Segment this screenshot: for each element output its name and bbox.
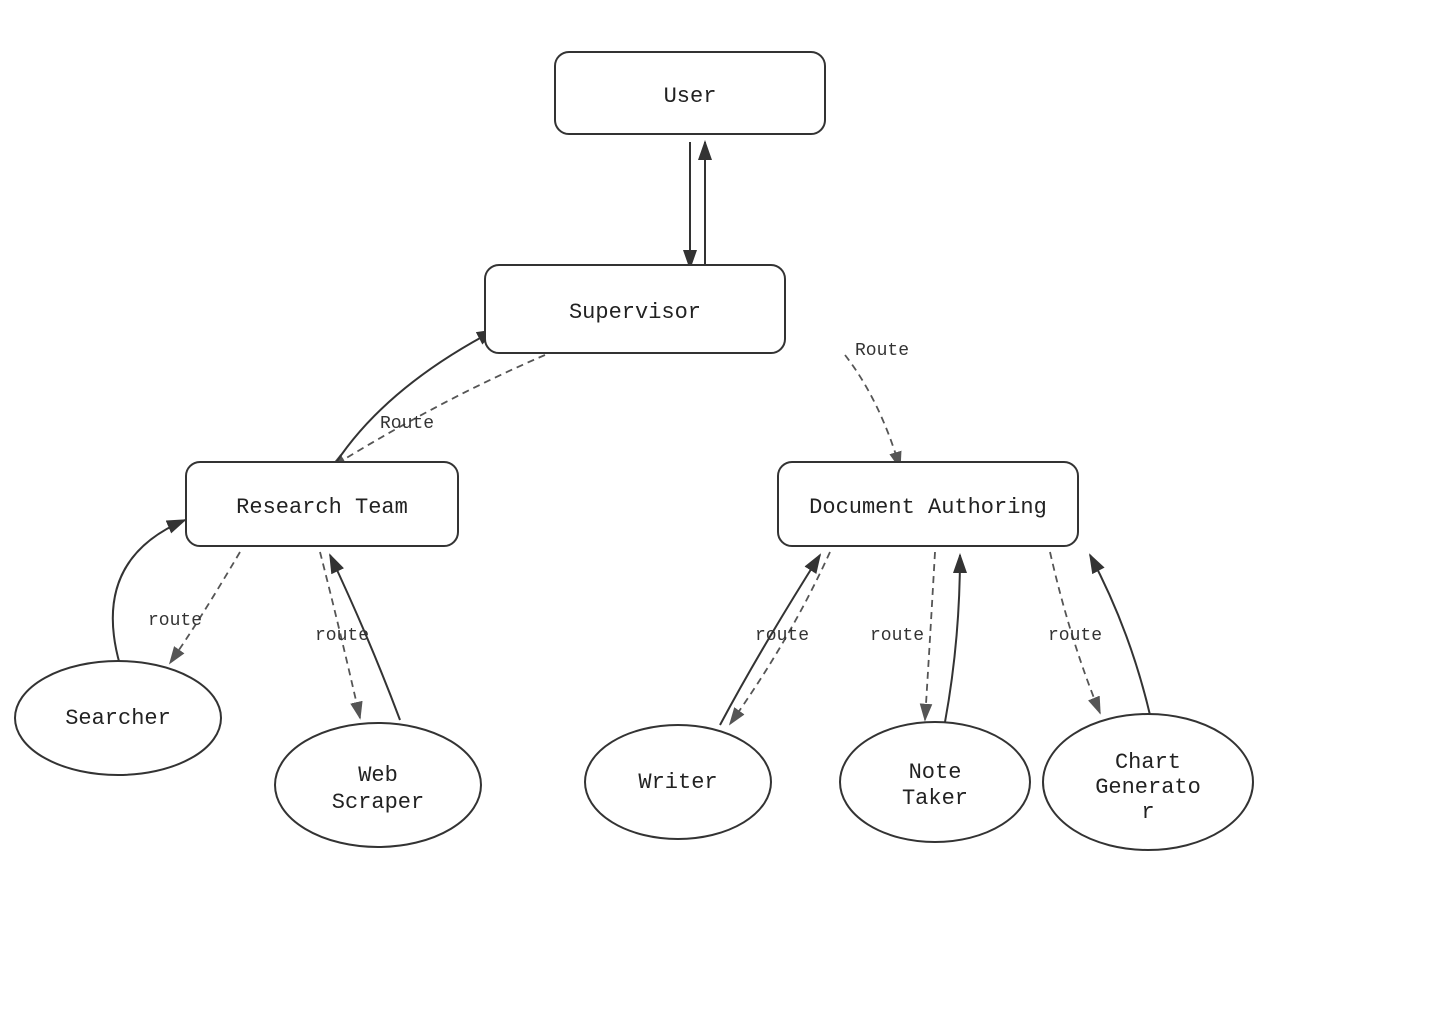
chart-gen-node-label3: r [1141,800,1154,825]
supervisor-node-label: Supervisor [569,300,701,325]
doc-chart-label: route [1048,626,1102,646]
research-searcher-label: route [148,611,202,631]
doc-writer-label: route [755,626,809,646]
doc-to-notetaker-arrow [925,552,935,720]
web-scraper-node-label: Web [358,763,398,788]
note-taker-node-label: Note [909,760,962,785]
research-team-node-label: Research Team [236,495,408,520]
web-scraper-node-label2: Scraper [332,790,424,815]
research-scraper-label: route [315,626,369,646]
chart-gen-node-label: Chart [1115,750,1181,775]
writer-node-label: Writer [638,770,717,795]
user-node-label: User [664,84,717,109]
supervisor-research-label: Route [380,414,434,434]
searcher-to-research-arrow [113,520,185,665]
doc-notetaker-label: route [870,626,924,646]
supervisor-to-research-arrow [330,355,545,468]
supervisor-doc-label: Route [855,341,909,361]
chart-gen-node-label2: Generato [1095,775,1201,800]
supervisor-to-doc-arrow [845,355,900,468]
note-taker-node-label2: Taker [902,786,968,811]
research-to-supervisor-arrow [330,330,495,472]
research-to-searcher-arrow [170,552,240,663]
searcher-node-label: Searcher [65,706,171,731]
doc-authoring-node-label: Document Authoring [809,495,1047,520]
notetaker-to-doc-arrow [945,555,960,722]
